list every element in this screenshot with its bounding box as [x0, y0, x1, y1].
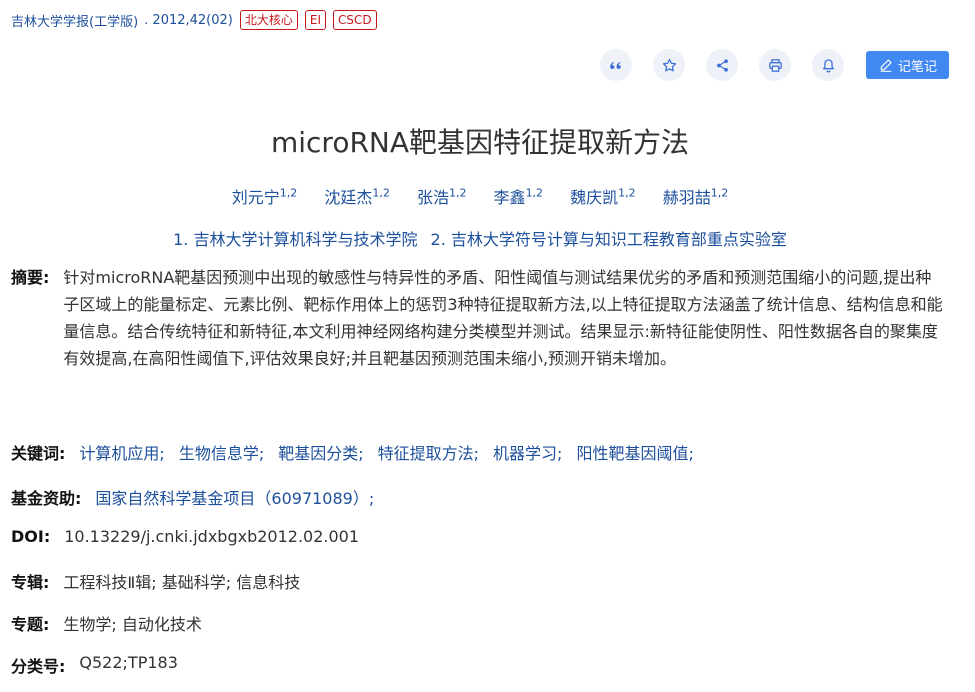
author-list: 刘元宁1,2 沈廷杰1,2 张浩1,2 李鑫1,2 魏庆凯1,2 赫羽喆1,2 [0, 184, 960, 208]
abstract-text: 针对microRNA靶基因预测中出现的敏感性与特异性的矛盾、阳性阈值与测试结果优… [63, 268, 943, 368]
doi-row: DOI: 10.13229/j.cnki.jdxbgxb2012.02.001 [11, 527, 359, 546]
print-icon [768, 58, 782, 72]
keyword-link[interactable]: 计算机应用; [79, 440, 164, 464]
badge-cscd: CSCD [333, 10, 377, 30]
take-notes-label: 记笔记 [897, 59, 937, 75]
abstract-row: 摘要: 针对microRNA靶基因预测中出现的敏感性与特异性的矛盾、阳性阈值与测… [11, 264, 943, 372]
author-link[interactable]: 魏庆凯1,2 [570, 187, 636, 207]
keyword-link[interactable]: 生物信息学; [179, 440, 264, 464]
fund-label: 基金资助: [11, 489, 82, 508]
issue-info: . 2012,42(02) [144, 12, 233, 28]
author-link[interactable]: 刘元宁1,2 [232, 187, 298, 207]
doi-label: DOI: [11, 527, 51, 546]
classification-row: 分类号: Q522;TP183 [11, 653, 178, 677]
quote-icon [609, 61, 621, 69]
keywords-row: 关键词: 计算机应用; 生物信息学; 靶基因分类; 特征提取方法; 机器学习; … [11, 440, 694, 464]
quote-button[interactable] [600, 49, 632, 81]
classification-value: Q522;TP183 [79, 653, 178, 672]
author-link[interactable]: 赫羽喆1,2 [663, 187, 729, 207]
article-title: microRNA靶基因特征提取新方法 [270, 126, 690, 159]
author-link[interactable]: 沈廷杰1,2 [324, 187, 390, 207]
take-notes-button[interactable]: 记笔记 [866, 51, 949, 79]
fund-row: 基金资助: 国家自然科学基金项目（60971089）; [11, 485, 374, 509]
keyword-list: 计算机应用; 生物信息学; 靶基因分类; 特征提取方法; 机器学习; 阳性靶基因… [65, 440, 693, 464]
badge-ei: EI [304, 10, 327, 30]
keyword-link[interactable]: 阳性靶基因阈值; [576, 440, 693, 464]
topic-row: 专题: 生物学; 自动化技术 [11, 611, 202, 635]
author-link[interactable]: 李鑫1,2 [494, 187, 544, 207]
keyword-link[interactable]: 特征提取方法; [378, 440, 479, 464]
star-icon [662, 58, 676, 71]
topic-value: 生物学; 自动化技术 [63, 615, 202, 634]
print-button[interactable] [759, 49, 791, 81]
keyword-link[interactable]: 靶基因分类; [278, 440, 363, 464]
fund-link[interactable]: 国家自然科学基金项目（60971089）; [95, 485, 374, 509]
abstract-label: 摘要: [11, 268, 50, 287]
classification-label: 分类号: [11, 657, 66, 676]
pen-icon [880, 59, 892, 72]
subscribe-button[interactable] [812, 49, 844, 81]
series-value: 工程科技Ⅱ辑; 基础科学; 信息科技 [63, 573, 301, 592]
share-icon [716, 58, 728, 72]
affiliation-list: 1. 吉林大学计算机科学与技术学院 2. 吉林大学符号计算与知识工程教育部重点实… [0, 226, 960, 250]
affiliation-link[interactable]: 1. 吉林大学计算机科学与技术学院 [173, 230, 417, 249]
badge-pku-core: 北大核心 [239, 10, 298, 30]
favorite-button[interactable] [653, 49, 685, 81]
toolbar: 记笔记 [579, 49, 949, 81]
doi-value: 10.13229/j.cnki.jdxbgxb2012.02.001 [64, 527, 360, 546]
author-link[interactable]: 张浩1,2 [417, 187, 467, 207]
keyword-link[interactable]: 机器学习; [493, 440, 562, 464]
journal-link[interactable]: 吉林大学学报(工学版) [11, 11, 138, 30]
bell-icon [822, 58, 834, 72]
series-row: 专辑: 工程科技Ⅱ辑; 基础科学; 信息科技 [11, 569, 300, 593]
journal-info: 吉林大学学报(工学版) . 2012,42(02) 北大核心 EI CSCD [11, 10, 377, 30]
affiliation-link[interactable]: 2. 吉林大学符号计算与知识工程教育部重点实验室 [431, 230, 787, 249]
series-label: 专辑: [11, 573, 50, 592]
keywords-label: 关键词: [11, 444, 66, 463]
topic-label: 专题: [11, 615, 50, 634]
share-button[interactable] [706, 49, 738, 81]
